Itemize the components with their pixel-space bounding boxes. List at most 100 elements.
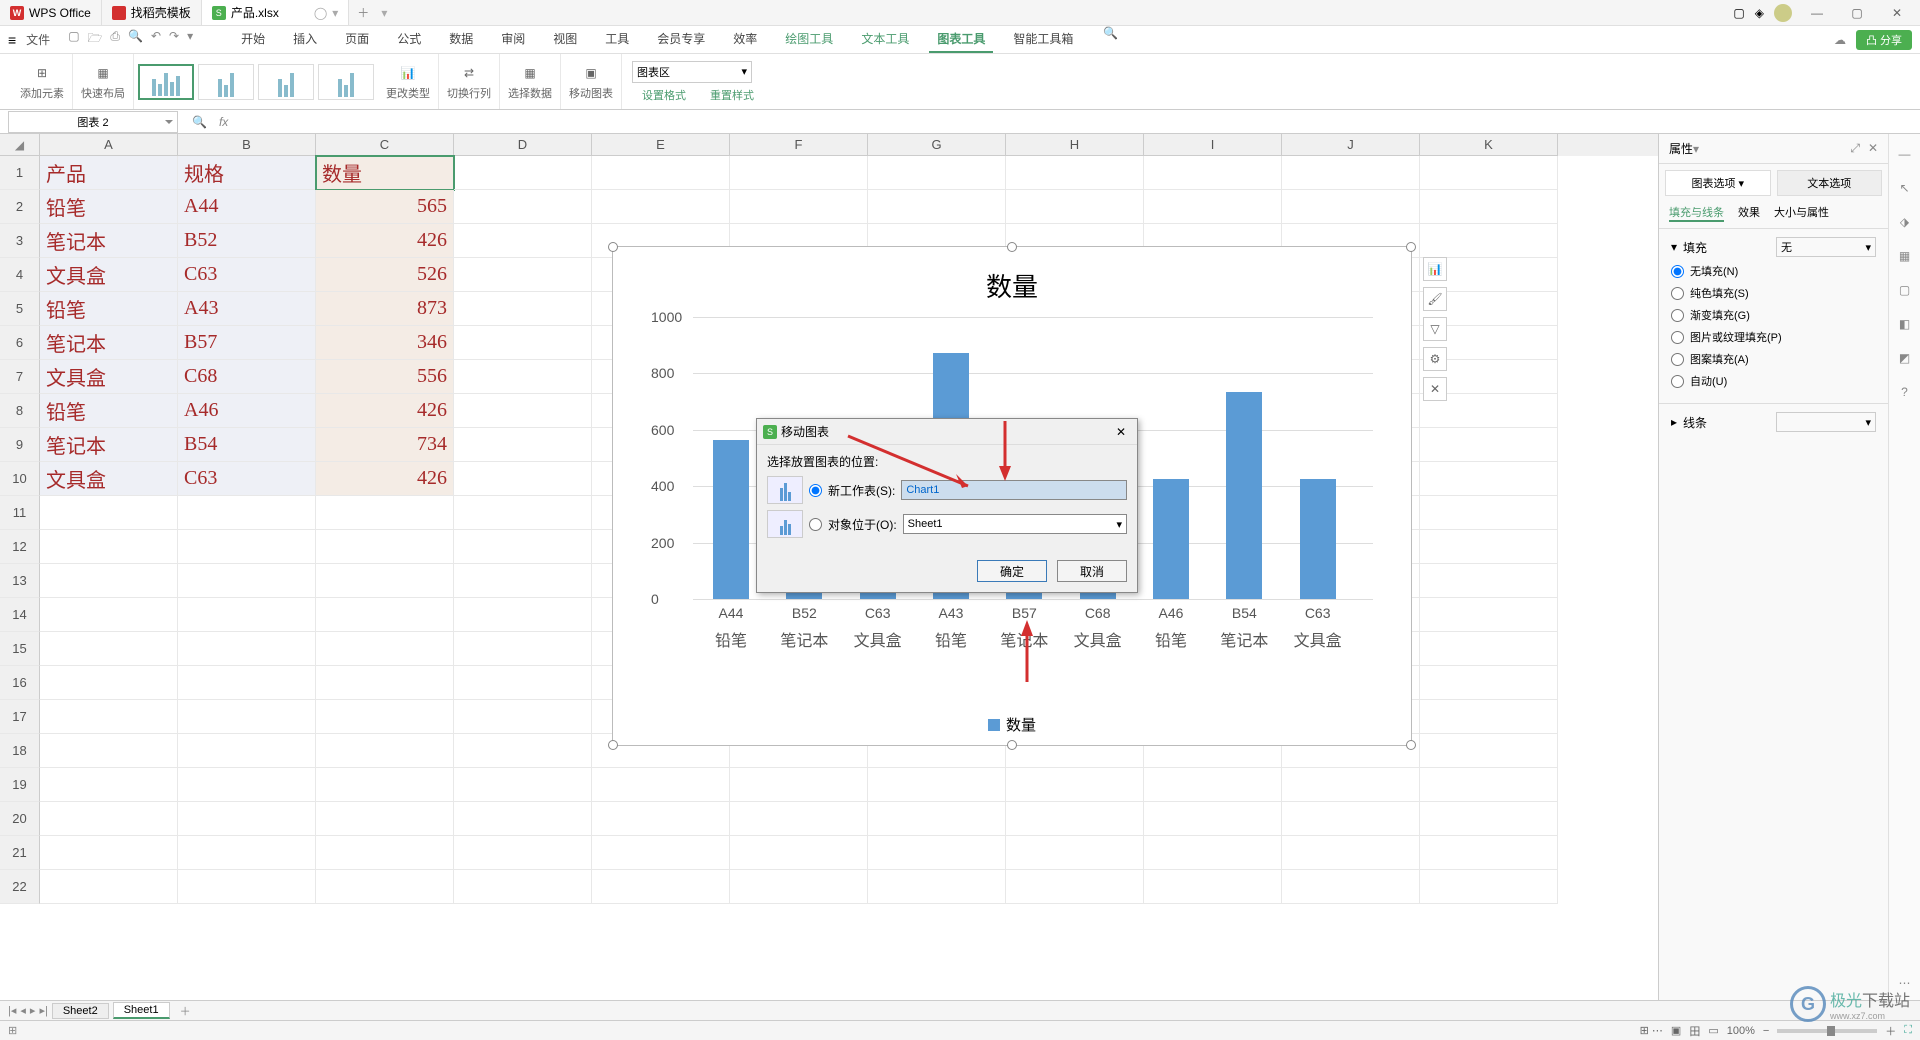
dialog-close-button[interactable]: ✕ — [1111, 425, 1131, 439]
zoom-out-button[interactable]: − — [1763, 1025, 1769, 1037]
ribbon-add-element[interactable]: ⊞ 添加元素 — [12, 54, 73, 109]
tab-formula[interactable]: 公式 — [389, 26, 429, 53]
gallery-icon[interactable]: ▦ — [1895, 246, 1915, 266]
open-icon[interactable]: 🗁 — [88, 29, 103, 50]
ribbon-change-type[interactable]: 📊 更改类型 — [378, 54, 439, 109]
new-sheet-radio[interactable] — [809, 484, 822, 497]
close-button[interactable]: ✕ — [1882, 1, 1912, 25]
tab-start[interactable]: 开始 — [233, 26, 273, 53]
ok-button[interactable]: 确定 — [977, 560, 1047, 582]
share-button[interactable]: 凸 分享 — [1856, 30, 1912, 50]
zoom-in-button[interactable]: ＋ — [1885, 1023, 1896, 1039]
object-select[interactable]: Sheet1▾ — [903, 514, 1127, 534]
cube-icon[interactable]: ◈ — [1755, 6, 1764, 20]
fill-gradient-radio[interactable]: 渐变填充(G) — [1671, 307, 1876, 323]
tab-chart[interactable]: 图表工具 — [929, 26, 993, 53]
chevron-down-icon[interactable]: ▾ — [187, 29, 193, 50]
last-sheet-icon[interactable]: ▸| — [39, 1004, 47, 1017]
tab-review[interactable]: 审阅 — [493, 26, 533, 53]
chart-area-select[interactable]: 图表区▾ — [632, 61, 752, 83]
ribbon-move-chart[interactable]: ▣ 移动图表 — [561, 54, 622, 109]
subtab-size[interactable]: 大小与属性 — [1774, 204, 1829, 222]
chevron-down-icon[interactable]: ▾ — [332, 6, 338, 20]
chart-settings-btn[interactable]: ⚙ — [1423, 347, 1447, 371]
cloud-icon[interactable]: ☁ — [1834, 33, 1846, 47]
view-page-icon[interactable]: ▣ — [1671, 1024, 1681, 1037]
cancel-button[interactable]: 取消 — [1057, 560, 1127, 582]
tab-template[interactable]: 找稻壳模板 — [102, 0, 202, 25]
sheet-tab-sheet2[interactable]: Sheet2 — [52, 1003, 109, 1019]
tab-efficiency[interactable]: 效率 — [725, 26, 765, 53]
fill-auto-radio[interactable]: 自动(U) — [1671, 373, 1876, 389]
add-sheet-button[interactable]: ＋ — [174, 1003, 197, 1019]
avatar-icon[interactable] — [1774, 4, 1792, 22]
chart-style-4[interactable] — [318, 64, 374, 100]
tab-tools[interactable]: 工具 — [597, 26, 637, 53]
ribbon-quick-layout[interactable]: ▦ 快速布局 — [73, 54, 134, 109]
view-normal-icon[interactable]: ⊞ ⋯ — [1640, 1024, 1663, 1037]
chart-tools-btn[interactable]: ✕ — [1423, 377, 1447, 401]
zoom-slider[interactable] — [1777, 1029, 1877, 1033]
chart-brush-btn[interactable]: 🖌 — [1423, 287, 1447, 311]
line-select[interactable]: ▾ — [1776, 412, 1876, 432]
chart-style-gallery[interactable] — [134, 64, 378, 100]
tab-menu-icon[interactable]: ◯ — [314, 6, 327, 20]
tab-page[interactable]: 页面 — [337, 26, 377, 53]
tab-insert[interactable]: 插入 — [285, 26, 325, 53]
prop-tab-chart[interactable]: 图表选项 ▾ — [1665, 170, 1771, 196]
new-icon[interactable]: ▢ — [68, 29, 79, 50]
ribbon-switch-rc[interactable]: ⇄ 切换行列 — [439, 54, 500, 109]
collapse-icon[interactable]: — — [1895, 144, 1915, 164]
maximize-button[interactable]: ▢ — [1842, 1, 1872, 25]
tab-text[interactable]: 文本工具 — [853, 26, 917, 53]
chart-legend[interactable]: 数量 — [988, 714, 1036, 735]
subtab-fill[interactable]: 填充与线条 — [1669, 204, 1724, 222]
search-icon[interactable]: 🔍 — [192, 115, 207, 129]
tab-list-icon[interactable]: ▾ — [377, 6, 391, 20]
fill-none-radio[interactable]: 无填充(N) — [1671, 263, 1876, 279]
next-sheet-icon[interactable]: ▸ — [30, 1004, 36, 1017]
tab-view[interactable]: 视图 — [545, 26, 585, 53]
object-radio[interactable] — [809, 518, 822, 531]
redo-icon[interactable]: ↷ — [169, 29, 179, 50]
chart-style-3[interactable] — [258, 64, 314, 100]
tab-product-xlsx[interactable]: S 产品.xlsx ◯ ▾ — [202, 0, 349, 25]
layers-icon[interactable]: ◧ — [1895, 314, 1915, 334]
view-read-icon[interactable]: ▭ — [1708, 1024, 1718, 1037]
ribbon-select-data[interactable]: ▦ 选择数据 — [500, 54, 561, 109]
fill-pattern-radio[interactable]: 图案填充(A) — [1671, 351, 1876, 367]
chart-style-1[interactable] — [138, 64, 194, 100]
tab-add-button[interactable]: ＋ — [349, 4, 377, 21]
undo-icon[interactable]: ↶ — [151, 29, 161, 50]
name-box[interactable]: 图表 2 — [8, 111, 178, 133]
tab-data[interactable]: 数据 — [441, 26, 481, 53]
help-icon[interactable]: ? — [1895, 382, 1915, 402]
tab-smart[interactable]: 智能工具箱 — [1005, 26, 1081, 53]
prop-tab-text[interactable]: 文本选项 — [1777, 170, 1883, 196]
set-format-link[interactable]: 设置格式 — [642, 87, 686, 103]
layout-icon[interactable]: ▢ — [1733, 6, 1744, 20]
minimize-button[interactable]: — — [1802, 1, 1832, 25]
sheet-tab-sheet1[interactable]: Sheet1 — [113, 1002, 170, 1019]
templates-icon[interactable]: ▢ — [1895, 280, 1915, 300]
fill-select[interactable]: 无▾ — [1776, 237, 1876, 257]
fill-solid-radio[interactable]: 纯色填充(S) — [1671, 285, 1876, 301]
reset-style-link[interactable]: 重置样式 — [710, 87, 754, 103]
mode-icon[interactable]: ⊞ — [8, 1024, 17, 1037]
first-sheet-icon[interactable]: |◂ — [8, 1004, 16, 1017]
hamburger-icon[interactable]: ≡ — [8, 32, 16, 48]
styles-icon[interactable]: ⬗ — [1895, 212, 1915, 232]
fullscreen-icon[interactable]: ⛶ — [1904, 1024, 1912, 1037]
tab-wps-office[interactable]: W WPS Office — [0, 0, 102, 25]
chart-filter-btn[interactable]: ▽ — [1423, 317, 1447, 341]
more-icon[interactable]: ◩ — [1895, 348, 1915, 368]
chart-style-2[interactable] — [198, 64, 254, 100]
fill-picture-radio[interactable]: 图片或纹理填充(P) — [1671, 329, 1876, 345]
close-icon[interactable]: ✕ — [1868, 141, 1878, 156]
print-icon[interactable]: ⎙ — [110, 29, 120, 50]
chart-title[interactable]: 数量 — [613, 247, 1411, 304]
subtab-effect[interactable]: 效果 — [1738, 204, 1760, 222]
prev-sheet-icon[interactable]: ◂ — [20, 1004, 26, 1017]
search-icon[interactable]: 🔍 — [1103, 26, 1118, 53]
chart-element-btn[interactable]: 📊 — [1423, 257, 1447, 281]
